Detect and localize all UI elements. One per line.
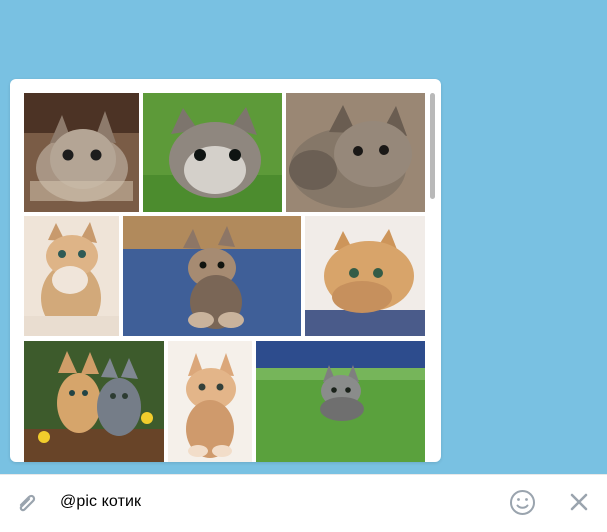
close-icon[interactable] [569, 492, 589, 512]
cat-photo-icon [123, 216, 301, 336]
message-input[interactable]: @pic котик [60, 493, 141, 511]
cat-photo-icon [24, 216, 119, 336]
result-photo-6[interactable] [305, 216, 425, 336]
result-photo-1[interactable] [24, 93, 139, 212]
cat-photo-icon [256, 341, 425, 462]
result-photo-7[interactable] [24, 341, 164, 462]
result-photo-3[interactable] [286, 93, 425, 212]
result-photo-9[interactable] [256, 341, 425, 462]
message-input-bar: @pic котик [0, 474, 607, 532]
result-photo-5[interactable] [123, 216, 301, 336]
cat-photo-icon [24, 341, 164, 462]
cat-photo-icon [24, 93, 139, 212]
paperclip-icon[interactable] [12, 488, 42, 518]
results-scrollbar[interactable] [430, 93, 435, 199]
cat-photo-icon [168, 341, 252, 462]
cat-photo-icon [305, 216, 425, 336]
cat-photo-icon [143, 93, 282, 212]
smile-icon[interactable] [508, 488, 537, 517]
result-photo-4[interactable] [24, 216, 119, 336]
result-photo-8[interactable] [168, 341, 252, 462]
cat-photo-icon [286, 93, 425, 212]
result-photo-2[interactable] [143, 93, 282, 212]
